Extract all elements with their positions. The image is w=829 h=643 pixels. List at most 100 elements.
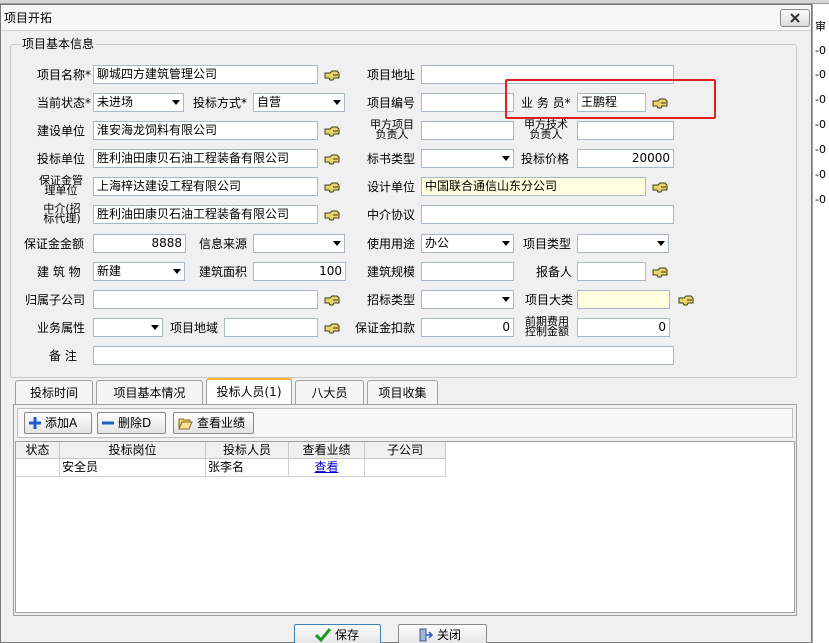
bid-method-value: 自营 xyxy=(257,95,282,109)
label-guarantee-mgmt-2: 理单位 xyxy=(44,184,78,197)
bg-cell: -0 xyxy=(815,118,826,131)
project-name-input[interactable]: 聊城四方建筑管理公司 xyxy=(93,65,318,84)
label-building: 建 筑 物 xyxy=(37,265,81,279)
design-unit-input[interactable]: 中国联合通信山东分公司 xyxy=(421,177,646,196)
bg-cell: -0 xyxy=(815,44,826,57)
cell-status[interactable] xyxy=(16,459,60,477)
chevron-down-icon xyxy=(173,269,181,274)
bid-unit-input[interactable]: 胜利油田康贝石油工程装备有限公司 xyxy=(93,149,318,168)
status-select[interactable]: 未进场 xyxy=(93,93,184,112)
group-title: 项目基本信息 xyxy=(20,35,97,53)
tab-project-collect[interactable]: 项目收集 xyxy=(367,380,438,405)
project-no-input[interactable] xyxy=(421,93,514,112)
bg-cell: 审 xyxy=(815,20,826,33)
minus-icon xyxy=(102,421,114,425)
building-scale-input[interactable] xyxy=(421,262,514,281)
label-status: 当前状态* xyxy=(37,96,92,110)
view-performance-label: 查看业绩 xyxy=(197,416,246,430)
label-guarantee-deduct: 保证金扣款 xyxy=(355,321,416,335)
window-title: 项目开拓 xyxy=(4,11,53,25)
subsidiary-input[interactable] xyxy=(93,290,318,309)
label-biz-attr: 业务属性 xyxy=(37,321,86,335)
checkmark-icon xyxy=(315,628,331,642)
pick-hand-icon[interactable] xyxy=(324,69,340,81)
pick-hand-icon[interactable] xyxy=(678,294,694,306)
save-button[interactable]: 保存 xyxy=(294,624,381,643)
usage-select[interactable]: 办公 xyxy=(421,234,514,253)
cell-person[interactable]: 张李名 xyxy=(206,459,289,477)
pick-hand-icon[interactable] xyxy=(324,153,340,165)
label-builder: 建设单位 xyxy=(37,124,86,138)
label-party-a-tech: 甲方技术 负责人 xyxy=(521,119,571,141)
label-building-area: 建筑面积 xyxy=(199,265,248,279)
close-icon xyxy=(790,13,800,23)
label-project-category: 项目大类 xyxy=(525,293,574,307)
add-button[interactable]: 添加A xyxy=(24,412,92,434)
col-header-subsidiary[interactable]: 子公司 xyxy=(365,442,446,459)
background-grid-right: 审 -0 -0 -0 -0 -0 -0 -0 xyxy=(812,4,829,643)
chevron-down-icon xyxy=(333,100,341,105)
pick-hand-icon[interactable] xyxy=(324,209,340,221)
guarantee-amount-input[interactable]: 8888 xyxy=(93,234,186,253)
label-project-region: 项目地域 xyxy=(170,321,219,335)
cell-performance[interactable]: 查看 xyxy=(289,459,365,477)
guarantee-deduct-input[interactable]: 0 xyxy=(421,318,514,337)
label-guarantee-mgmt: 保证金管 理单位 xyxy=(33,175,89,197)
remark-input[interactable] xyxy=(93,346,674,365)
tender-type-select[interactable] xyxy=(421,149,514,168)
bg-cell: -0 xyxy=(815,93,826,106)
pick-hand-icon[interactable] xyxy=(652,266,668,278)
delete-button[interactable]: 删除D xyxy=(97,412,166,434)
builder-input[interactable]: 淮安海龙饲料有限公司 xyxy=(93,121,318,140)
close-button[interactable]: 关闭 xyxy=(398,624,487,643)
info-source-select[interactable] xyxy=(253,234,345,253)
prelim-cost-input[interactable]: 0 xyxy=(577,318,670,337)
project-category-input[interactable] xyxy=(577,290,670,309)
col-header-person[interactable]: 投标人员 xyxy=(206,442,289,459)
label-project-name: 项目名称* xyxy=(37,68,92,82)
tab-bid-time[interactable]: 投标时间 xyxy=(15,380,93,405)
col-header-performance[interactable]: 查看业绩 xyxy=(289,442,365,459)
project-region-input[interactable] xyxy=(224,318,318,337)
col-header-position[interactable]: 投标岗位 xyxy=(60,442,206,459)
label-prelim-cost: 前期费用 控制金额 xyxy=(521,316,573,338)
cell-subsidiary[interactable] xyxy=(365,459,446,477)
bid-price-input[interactable]: 20000 xyxy=(577,149,674,168)
bid-method-select[interactable]: 自营 xyxy=(253,93,345,112)
building-area-input[interactable]: 100 xyxy=(253,262,346,281)
reporter-input[interactable] xyxy=(577,262,646,281)
tab-basic-situation[interactable]: 项目基本情况 xyxy=(96,380,203,405)
biz-attr-select[interactable] xyxy=(93,318,163,337)
label-agent-2: 标代理) xyxy=(43,212,81,225)
tab-bid-personnel[interactable]: 投标人员(1) xyxy=(206,378,292,405)
guarantee-mgmt-input[interactable]: 上海梓达建设工程有限公司 xyxy=(93,177,318,196)
view-performance-link[interactable]: 查看 xyxy=(314,460,338,474)
pick-hand-icon[interactable] xyxy=(324,181,340,193)
project-type-select[interactable] xyxy=(577,234,669,253)
bg-cell: -0 xyxy=(815,143,826,156)
close-window-button[interactable] xyxy=(780,9,810,27)
pick-hand-icon[interactable] xyxy=(324,322,340,334)
col-header-status[interactable]: 状态 xyxy=(16,442,60,459)
agent-input[interactable]: 胜利油田康贝石油工程装备有限公司 xyxy=(93,205,318,224)
label-project-type: 项目类型 xyxy=(523,237,572,251)
view-performance-button[interactable]: 查看业绩 xyxy=(173,412,254,434)
cell-position[interactable]: 安全员 xyxy=(60,459,206,477)
pick-hand-icon[interactable] xyxy=(324,294,340,306)
party-a-lead-input[interactable] xyxy=(421,121,514,140)
chevron-down-icon xyxy=(502,156,510,161)
label-agent-agreement: 中介协议 xyxy=(367,208,416,222)
bg-cell: -0 xyxy=(815,68,826,81)
save-button-label: 保存 xyxy=(335,628,360,642)
party-a-tech-input[interactable] xyxy=(577,121,674,140)
tab-eight-staff[interactable]: 八大员 xyxy=(295,380,364,405)
building-select[interactable]: 新建 xyxy=(93,262,185,281)
label-guarantee-amount: 保证金金额 xyxy=(24,237,85,251)
agent-agreement-input[interactable] xyxy=(421,205,674,224)
label-reporter: 报备人 xyxy=(536,265,573,279)
label-agent: 中介(招 标代理) xyxy=(37,203,87,225)
pick-hand-icon[interactable] xyxy=(324,125,340,137)
pick-hand-icon[interactable] xyxy=(652,181,668,193)
chevron-down-icon xyxy=(151,325,159,330)
bid-type-select[interactable] xyxy=(421,290,514,309)
